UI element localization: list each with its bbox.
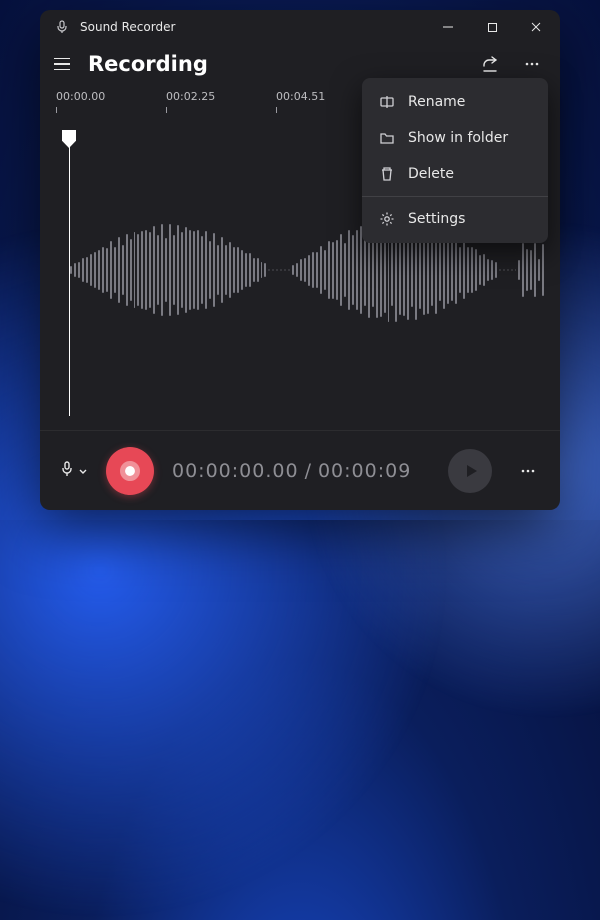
minimize-button[interactable]: [426, 10, 470, 44]
menu-item-label: Delete: [408, 166, 454, 182]
gear-icon: [378, 210, 396, 228]
rename-icon: [378, 93, 396, 111]
transport-bar: 00:00:00.00 / 00:00:09: [40, 430, 560, 510]
menu-item-settings[interactable]: Settings: [362, 201, 548, 237]
menu-separator: [362, 196, 548, 197]
window-controls: [426, 10, 558, 44]
record-button[interactable]: [106, 447, 154, 495]
play-button[interactable]: [448, 449, 492, 493]
close-button[interactable]: [514, 10, 558, 44]
playhead[interactable]: [62, 130, 76, 148]
microphone-icon: [60, 461, 74, 481]
time-mark-label: 00:02.25: [166, 90, 276, 103]
menu-item-label: Rename: [408, 94, 465, 110]
time-mark-label: 00:00.00: [56, 90, 166, 103]
menu-item-show-in-folder[interactable]: Show in folder: [362, 120, 548, 156]
total-time: 00:00:09: [318, 460, 411, 482]
transport-more-button[interactable]: [516, 459, 540, 483]
time-separator: /: [305, 460, 312, 482]
window: Sound Recorder Recording: [40, 10, 560, 510]
menu-item-rename[interactable]: Rename: [362, 84, 548, 120]
folder-icon: [378, 129, 396, 147]
microphone-select[interactable]: [60, 461, 88, 481]
context-menu: Rename Show in folder Delete Settings: [362, 78, 548, 243]
trash-icon: [378, 165, 396, 183]
time-readout: 00:00:00.00 / 00:00:09: [172, 460, 411, 482]
microphone-icon: [54, 19, 70, 35]
share-button[interactable]: [478, 52, 502, 76]
menu-item-delete[interactable]: Delete: [362, 156, 548, 192]
maximize-button[interactable]: [470, 10, 514, 44]
more-options-button[interactable]: [520, 52, 544, 76]
hamburger-menu-button[interactable]: [54, 54, 74, 74]
menu-item-label: Show in folder: [408, 130, 508, 146]
elapsed-time: 00:00:00.00: [172, 460, 299, 482]
titlebar: Sound Recorder: [40, 10, 560, 44]
chevron-down-icon: [78, 461, 88, 480]
page-title: Recording: [88, 52, 464, 76]
menu-item-label: Settings: [408, 211, 465, 227]
window-title: Sound Recorder: [80, 20, 426, 34]
